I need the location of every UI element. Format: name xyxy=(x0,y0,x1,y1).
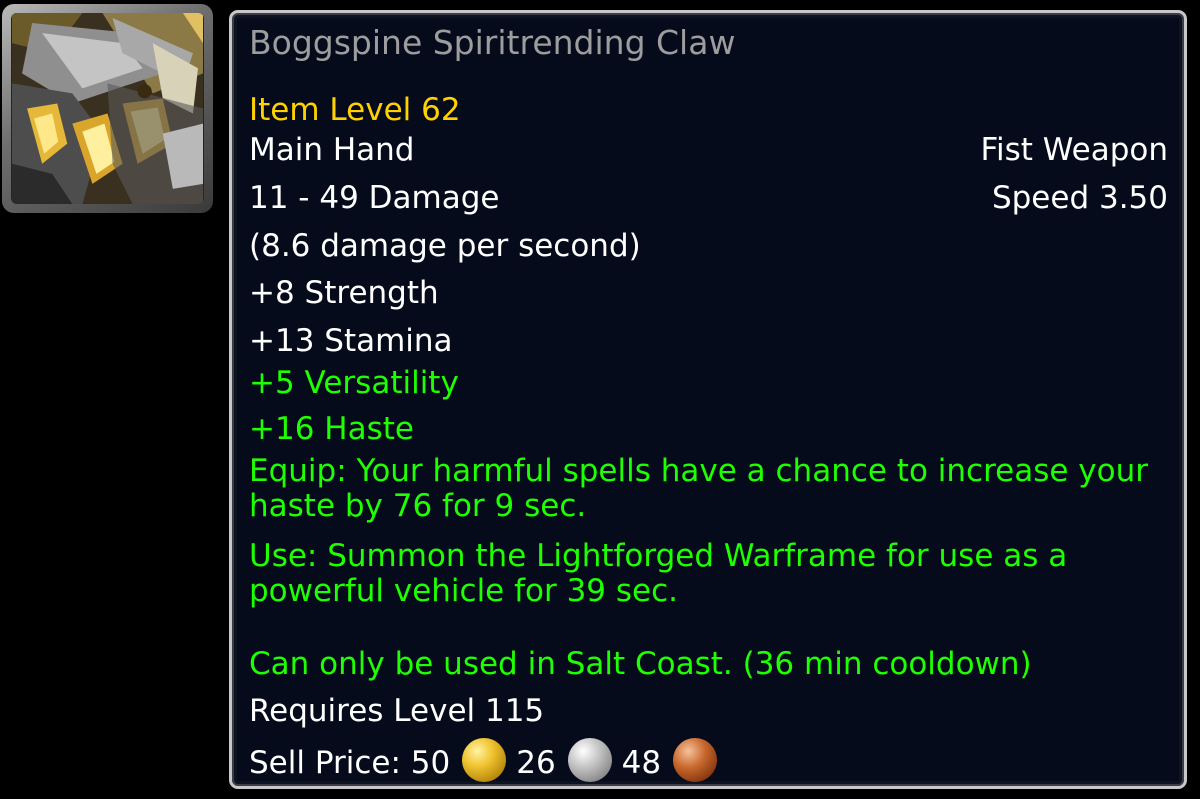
weapon-dps: (8.6 damage per second) xyxy=(249,228,641,264)
level-requirement: Requires Level 115 xyxy=(249,693,545,729)
use-effect: Use: Summon the Lightforged Warframe for… xyxy=(249,538,1068,609)
gold-coin-icon xyxy=(462,738,507,782)
sell-price-silver: 26 xyxy=(516,745,556,781)
use-restriction: Can only be used in Salt Coast. (36 min … xyxy=(249,646,1032,682)
item-slot: Main Hand xyxy=(249,132,415,168)
item-tooltip-view: Boggspine Spiritrending Claw Item Level … xyxy=(0,0,1200,799)
sell-price-label: Sell Price: xyxy=(249,745,401,781)
stat-versatility: +5 Versatility xyxy=(249,365,459,401)
stat-haste: +16 Haste xyxy=(249,411,414,447)
weapon-speed: Speed 3.50 xyxy=(991,180,1168,216)
item-level: Item Level 62 xyxy=(249,92,461,128)
weapon-damage: 11 - 49 Damage xyxy=(249,180,500,216)
stat-stamina: +13 Stamina xyxy=(249,323,453,359)
sell-price: Sell Price: 50 26 48 xyxy=(249,738,727,782)
equip-effect: Equip: Your harmful spells have a chance… xyxy=(249,453,1148,524)
stat-strength: +8 Strength xyxy=(249,275,439,311)
silver-coin-icon xyxy=(567,738,612,782)
item-name: Boggspine Spiritrending Claw xyxy=(249,23,736,62)
weapon-type: Fist Weapon xyxy=(980,132,1168,168)
sell-price-gold: 50 xyxy=(410,745,451,781)
copper-coin-icon xyxy=(673,738,718,782)
fist-weapon-claw-icon xyxy=(11,13,204,204)
item-icon-frame[interactable] xyxy=(2,4,213,213)
item-tooltip: Boggspine Spiritrending Claw Item Level … xyxy=(229,10,1187,789)
claw-artwork xyxy=(12,13,203,204)
sell-price-copper: 48 xyxy=(621,745,662,781)
